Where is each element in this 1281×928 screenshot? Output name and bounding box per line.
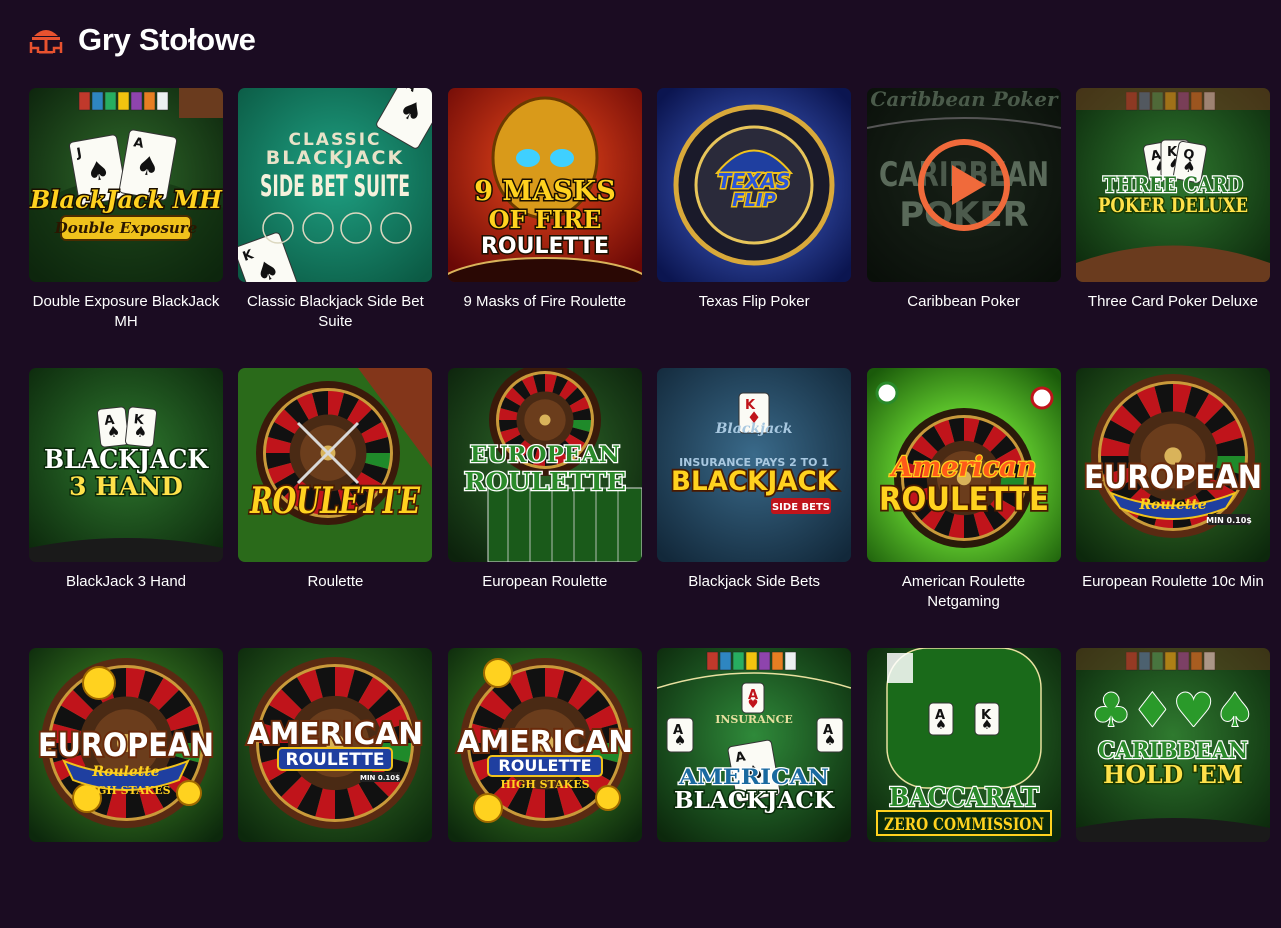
svg-text:HOLD 'EM: HOLD 'EM bbox=[1103, 760, 1243, 789]
page-title: Gry Stołowe bbox=[78, 22, 256, 57]
svg-text:FLIP: FLIP bbox=[732, 190, 776, 211]
game-thumbnail[interactable]: ROULETTE bbox=[238, 368, 433, 562]
game-tile[interactable]: American ROULETTE American Roulette Netgam… bbox=[866, 368, 1061, 648]
svg-text:Caribbean Poker: Caribbean Poker bbox=[870, 88, 1059, 111]
svg-text:♠: ♠ bbox=[106, 422, 121, 441]
svg-text:ROULETTE: ROULETTE bbox=[879, 480, 1049, 518]
game-tile[interactable]: EUROPEAN ROULETTE European Roulette bbox=[447, 368, 642, 648]
svg-text:OF FIRE: OF FIRE bbox=[488, 205, 601, 234]
svg-text:ROULETTE: ROULETTE bbox=[481, 234, 609, 259]
game-tile[interactable]: J ♠ A ♠ BlackJack MH Double Exposure Double… bbox=[29, 88, 223, 368]
svg-text:3 HAND: 3 HAND bbox=[69, 472, 183, 501]
game-name[interactable]: Roulette bbox=[238, 572, 432, 592]
svg-text:ROULETTE: ROULETTE bbox=[498, 756, 591, 775]
game-thumbnail[interactable]: A ♠ K ♠ Q ♠THREE CARDPOKER DELUXE bbox=[1075, 88, 1270, 282]
game-name[interactable]: 9 Masks of Fire Roulette bbox=[448, 292, 642, 312]
game-name[interactable]: BlackJack 3 Hand bbox=[29, 572, 223, 592]
svg-text:American: American bbox=[888, 452, 1036, 483]
game-tile[interactable]: AMERICAN ROULETTE HIGH STAKES bbox=[447, 648, 642, 928]
game-tile[interactable]: AMERICAN ROULETTE MIN 0.10$ bbox=[238, 648, 433, 928]
game-name[interactable]: European Roulette bbox=[448, 572, 642, 592]
game-tile[interactable]: EUROPEAN Roulette MIN 0.10$ European Roulet… bbox=[1075, 368, 1270, 648]
game-tile[interactable]: TEXAS FLIP Texas Flip Poker bbox=[657, 88, 852, 368]
svg-text:AMERICAN: AMERICAN bbox=[457, 725, 633, 760]
svg-text:ROULETTE: ROULETTE bbox=[250, 480, 421, 522]
dining-table-icon bbox=[29, 30, 63, 54]
game-name[interactable]: European Roulette 10c Min bbox=[1076, 572, 1270, 592]
svg-text:Roulette: Roulette bbox=[1138, 497, 1206, 513]
svg-text:BLACKJACK: BLACKJACK bbox=[266, 147, 404, 169]
game-tile[interactable]: 9 MASKS OF FIRE ROULETTE 9 Masks of Fire Ro… bbox=[447, 88, 642, 368]
game-name[interactable]: Classic Blackjack Side Bet Suite bbox=[238, 292, 432, 332]
game-name[interactable]: Three Card Poker Deluxe bbox=[1076, 292, 1270, 312]
svg-text:BlackJack MH: BlackJack MH bbox=[29, 185, 223, 214]
game-tile[interactable]: K ♦ Blackjack INSURANCE PAYS 2 TO 1 BLACKJA… bbox=[657, 368, 852, 648]
game-name[interactable]: Blackjack Side Bets bbox=[657, 572, 851, 592]
svg-text:♠: ♠ bbox=[824, 733, 837, 749]
game-thumbnail[interactable]: AMERICAN ROULETTE MIN 0.10$ bbox=[238, 648, 433, 842]
svg-text:Blackjack: Blackjack bbox=[715, 421, 793, 437]
svg-text:♠: ♠ bbox=[133, 422, 148, 441]
game-thumbnail[interactable]: EUROPEAN Roulette HIGH STAKES bbox=[29, 648, 223, 842]
svg-text:MIN 0.10$: MIN 0.10$ bbox=[1206, 516, 1252, 525]
svg-text:♥: ♥ bbox=[748, 697, 759, 711]
svg-text:ZERO COMMISSION: ZERO COMMISSION bbox=[884, 815, 1044, 835]
game-thumbnail[interactable]: American ROULETTE bbox=[866, 368, 1061, 562]
svg-text:♠: ♠ bbox=[674, 733, 687, 749]
svg-text:BLACKJACK: BLACKJACK bbox=[671, 466, 838, 497]
game-thumbnail[interactable]: A ♠ K ♠ BLACKJACK 3 HAND bbox=[29, 368, 223, 562]
game-thumbnail[interactable]: K ♦ Blackjack INSURANCE PAYS 2 TO 1 BLACKJA… bbox=[657, 368, 852, 562]
svg-text:ROULETTE: ROULETTE bbox=[286, 750, 385, 770]
svg-text:♠: ♠ bbox=[935, 718, 947, 733]
svg-text:BLACKJACK: BLACKJACK bbox=[44, 445, 209, 475]
game-tile[interactable]: A ♠ K ♠CLASSICBLACKJACKSIDE BET SUITE Cla… bbox=[238, 88, 433, 368]
game-name[interactable]: Double Exposure BlackJack MH bbox=[29, 292, 223, 332]
svg-text:Roulette: Roulette bbox=[91, 764, 159, 780]
game-name[interactable]: American Roulette Netgaming bbox=[867, 572, 1061, 612]
game-tile[interactable]: ROULETTE Roulette bbox=[238, 368, 433, 648]
svg-text:BLACKJACK: BLACKJACK bbox=[674, 787, 835, 814]
game-thumbnail[interactable]: EUROPEAN ROULETTE bbox=[447, 368, 642, 562]
game-thumbnail[interactable]: AMERICAN ROULETTE HIGH STAKES bbox=[447, 648, 642, 842]
svg-text:EUROPEAN: EUROPEAN bbox=[1084, 458, 1262, 496]
game-tile[interactable]: Caribbean PokerCARIBBEANPOKERCaribbean P… bbox=[866, 88, 1061, 368]
svg-text:9 MASKS: 9 MASKS bbox=[474, 176, 616, 207]
svg-text:EUROPEAN: EUROPEAN bbox=[38, 726, 214, 764]
game-thumbnail[interactable]: TEXAS FLIP bbox=[657, 88, 852, 282]
game-name[interactable]: Texas Flip Poker bbox=[657, 292, 851, 312]
section-header: Gry Stołowe bbox=[28, 22, 256, 58]
game-thumbnail[interactable]: 9 MASKS OF FIRE ROULETTE bbox=[447, 88, 642, 282]
game-thumbnail[interactable]: INSURANCE A ♥ A ♠ A ♠ A ♠ AMERICAN BLACKJA… bbox=[657, 648, 852, 842]
svg-text:MIN 0.10$: MIN 0.10$ bbox=[360, 774, 400, 782]
game-thumbnail[interactable]: A ♠ K ♠ BACCARAT ZERO COMMISSION bbox=[866, 648, 1061, 842]
svg-text:SIDE BETS: SIDE BETS bbox=[772, 502, 830, 513]
svg-text:AMERICAN: AMERICAN bbox=[247, 717, 423, 752]
svg-text:♠: ♠ bbox=[981, 718, 993, 733]
game-tile[interactable]: ♣♦♥♠ CARIBBEAN HOLD 'EM bbox=[1075, 648, 1270, 928]
game-tile[interactable]: A ♠ K ♠ BLACKJACK 3 HAND BlackJack 3 Hand bbox=[29, 368, 223, 648]
game-thumbnail[interactable]: EUROPEAN Roulette MIN 0.10$ bbox=[1075, 368, 1270, 562]
game-tile[interactable]: EUROPEAN Roulette HIGH STAKES bbox=[29, 648, 223, 928]
svg-text:AMERICAN: AMERICAN bbox=[678, 764, 829, 789]
game-thumbnail[interactable]: Caribbean PokerCARIBBEANPOKER bbox=[866, 88, 1061, 282]
svg-text:ROULETTE: ROULETTE bbox=[464, 467, 626, 496]
svg-text:INSURANCE: INSURANCE bbox=[715, 713, 793, 726]
svg-text:POKER DELUXE: POKER DELUXE bbox=[1098, 193, 1248, 217]
svg-text:BACCARAT: BACCARAT bbox=[889, 783, 1040, 813]
svg-text:EUROPEAN: EUROPEAN bbox=[470, 442, 620, 468]
svg-text:♣♦♥♠: ♣♦♥♠ bbox=[1090, 683, 1255, 737]
game-name[interactable]: Caribbean Poker bbox=[867, 292, 1061, 312]
game-thumbnail[interactable]: J ♠ A ♠ BlackJack MH Double Exposure bbox=[29, 88, 223, 282]
svg-text:Double Exposure: Double Exposure bbox=[54, 219, 198, 237]
game-thumbnail[interactable]: ♣♦♥♠ CARIBBEAN HOLD 'EM bbox=[1075, 648, 1270, 842]
game-tile[interactable]: A ♠ K ♠ Q ♠THREE CARDPOKER DELUXE Three C… bbox=[1075, 88, 1270, 368]
game-tile[interactable]: INSURANCE A ♥ A ♠ A ♠ A ♠ AMERICAN BLACKJA… bbox=[657, 648, 852, 928]
svg-text:SIDE BET SUITE: SIDE BET SUITE bbox=[260, 169, 410, 203]
svg-text:HIGH STAKES: HIGH STAKES bbox=[500, 778, 589, 791]
game-tile[interactable]: A ♠ K ♠ BACCARAT ZERO COMMISSION bbox=[866, 648, 1061, 928]
game-thumbnail[interactable]: A ♠ K ♠CLASSICBLACKJACKSIDE BET SUITE bbox=[238, 88, 433, 282]
svg-text:HIGH STAKES: HIGH STAKES bbox=[81, 784, 170, 797]
games-grid: J ♠ A ♠ BlackJack MH Double Exposure Double… bbox=[29, 88, 1270, 928]
